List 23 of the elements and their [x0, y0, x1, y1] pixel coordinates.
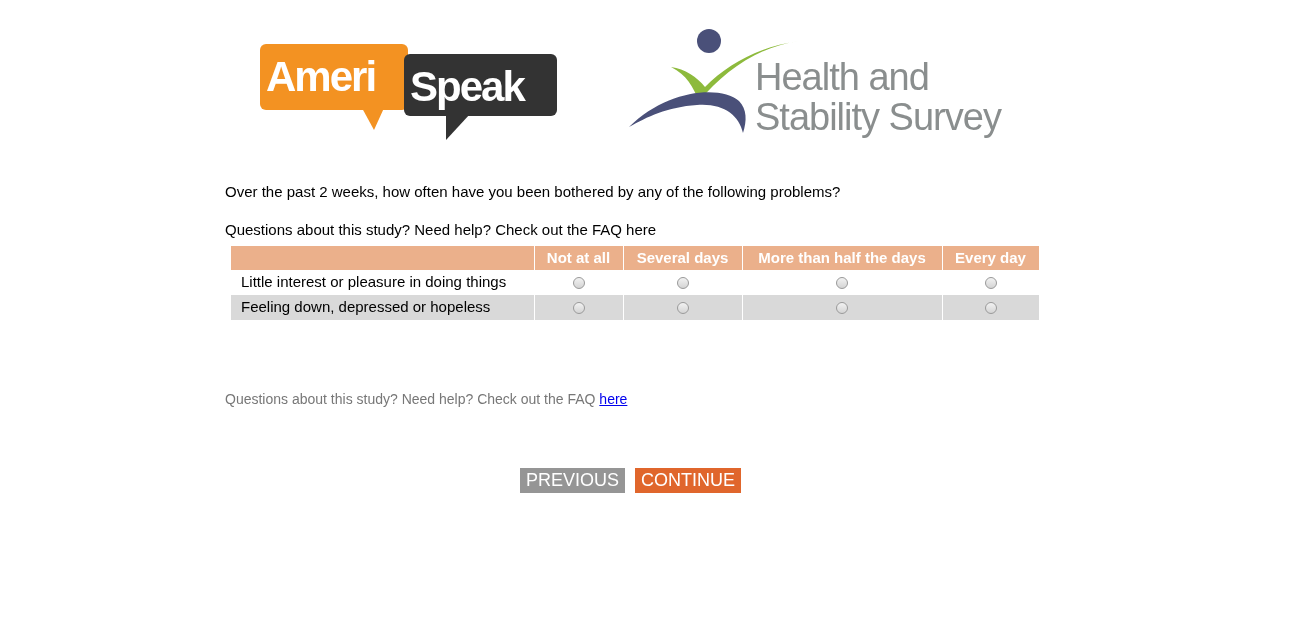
- previous-button[interactable]: PREVIOUS: [520, 468, 625, 493]
- radio-button[interactable]: [836, 302, 848, 315]
- logo-text: Stability Survey: [755, 97, 1001, 137]
- help-text: Questions about this study? Need help? Check out the FAQ here: [225, 220, 658, 240]
- column-header: Not at all: [534, 246, 623, 270]
- radio-button[interactable]: [676, 277, 689, 290]
- radio-button[interactable]: [984, 277, 997, 290]
- radio-button[interactable]: [676, 302, 689, 315]
- continue-button[interactable]: CONTINUE: [635, 468, 741, 493]
- footer-help-text: Questions about this study? Need help? Check out the FAQ here: [225, 390, 629, 408]
- column-header: More than half the days: [742, 246, 942, 270]
- column-header: Several days: [623, 246, 742, 270]
- logo-word: Speak: [404, 54, 557, 116]
- radio-button[interactable]: [984, 302, 997, 315]
- radio-button[interactable]: [572, 302, 585, 315]
- radio-button[interactable]: [836, 277, 848, 290]
- radio-button[interactable]: [572, 277, 585, 290]
- logo-text: Health and: [755, 57, 929, 97]
- question-text: Over the past 2 weeks, how often have you been bothered by any of the following problems?: [225, 182, 842, 202]
- logo-word: Ameri: [260, 44, 408, 110]
- column-header: Every day: [942, 246, 1039, 270]
- faq-link[interactable]: here: [599, 391, 628, 407]
- row-label: Feeling down, depressed or hopeless: [231, 295, 534, 320]
